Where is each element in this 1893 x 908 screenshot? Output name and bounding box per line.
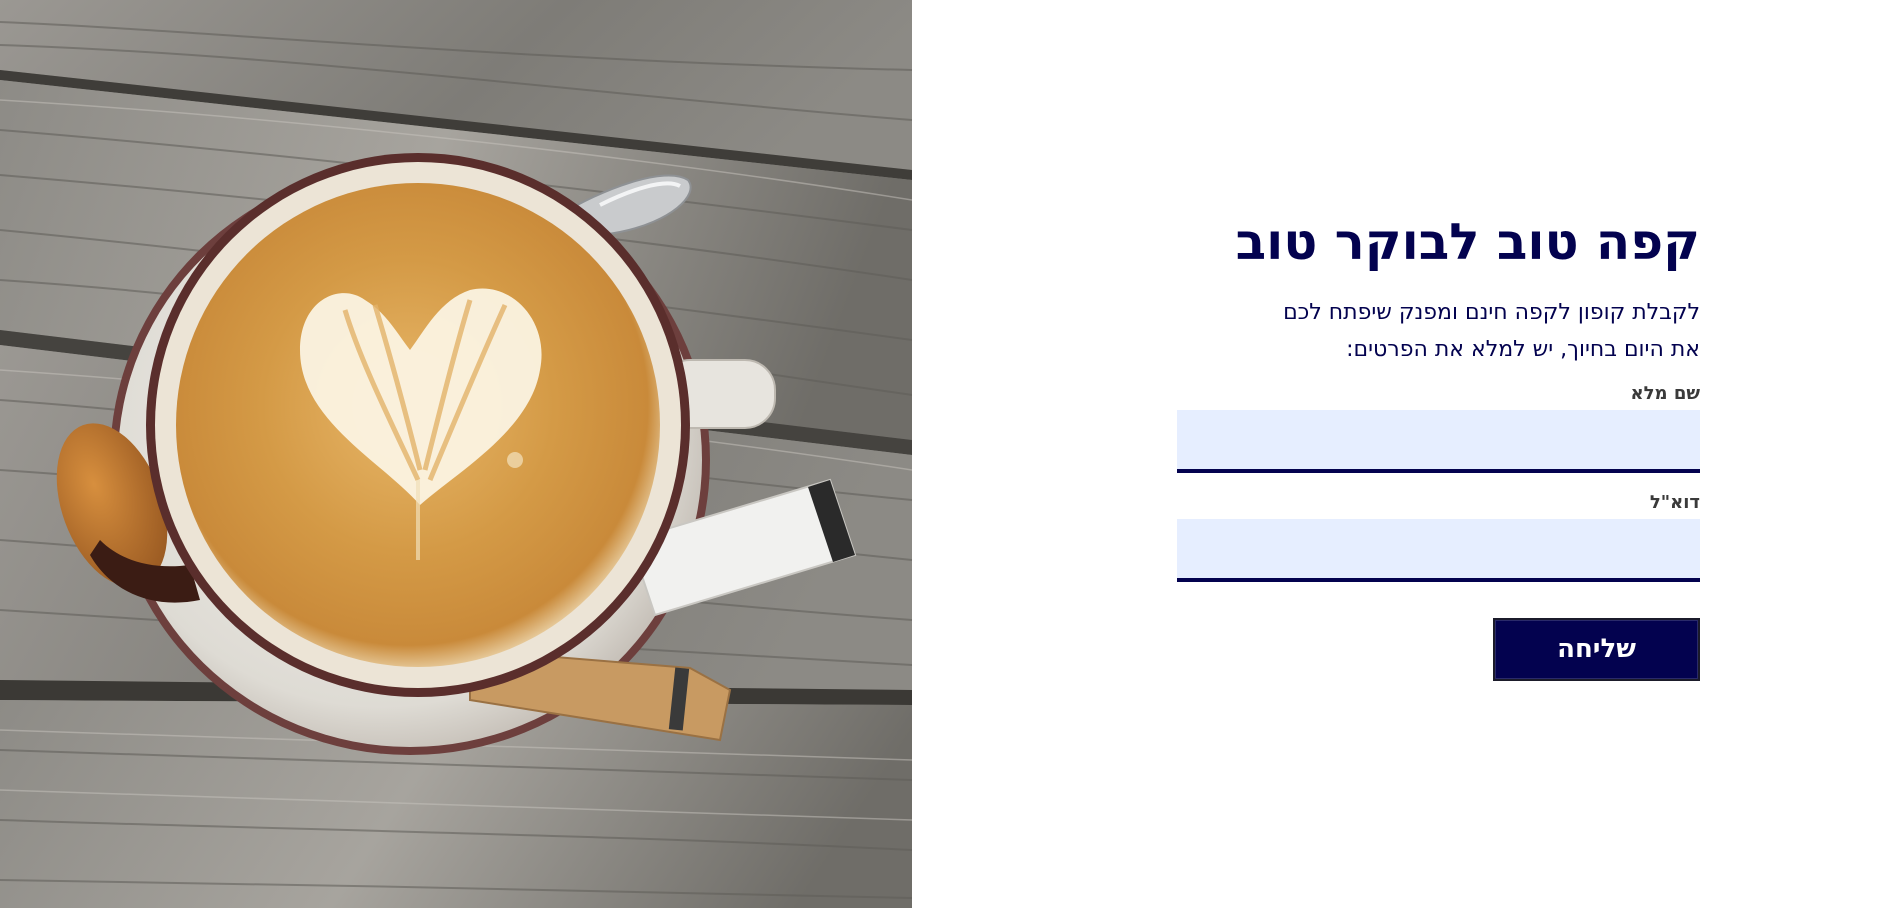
page-title: קפה טוב לבוקר טוב [1235,213,1700,271]
intro-line-2: את היום בחיוך, יש למלא את הפרטים: [1346,337,1700,362]
submit-button[interactable]: שליחה [1493,618,1700,681]
page: קפה טוב לבוקר טוב לקבלת קופון לקפה חינם … [0,0,1893,908]
form-panel: קפה טוב לבוקר טוב לקבלת קופון לקפה חינם … [912,0,1893,908]
intro-line-1: לקבלת קופון לקפה חינם ומפנק שיפתח לכם [1283,300,1700,325]
submit-row: שליחה [1177,618,1700,681]
email-label: דוא"ל [1649,492,1700,513]
email-input[interactable] [1177,519,1700,582]
coupon-form: קפה טוב לבוקר טוב לקבלת קופון לקפה חינם … [1177,200,1700,681]
hero-image [0,0,912,908]
coffee-cup-photo [0,0,912,908]
intro-text: לקבלת קופון לקפה חינם ומפנק שיפתח לכם את… [1177,294,1700,368]
full-name-label: שם מלא [1630,383,1700,404]
full-name-input[interactable] [1177,410,1700,473]
